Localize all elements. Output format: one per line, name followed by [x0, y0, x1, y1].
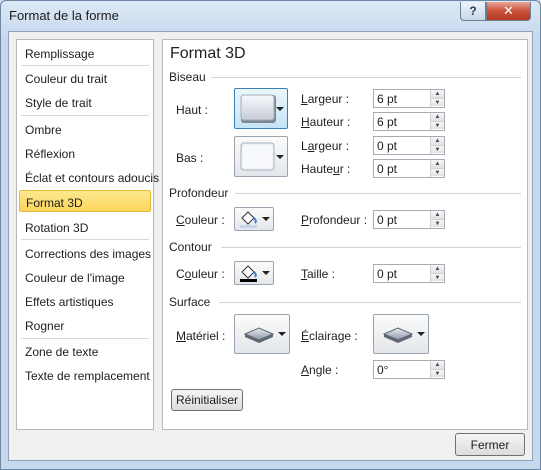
paint-bucket-icon — [240, 211, 257, 228]
nav-item-eclat[interactable]: Éclat et contours adoucis — [19, 166, 159, 188]
spin-up-icon[interactable]: ▲ — [431, 113, 444, 121]
taille-label: Taille : — [301, 267, 336, 281]
help-button[interactable]: ? — [460, 2, 486, 21]
nav-item-remplissage[interactable]: Remplissage — [19, 42, 151, 64]
haut-hauteur-label: Hauteur : — [301, 115, 351, 129]
spin-down-icon[interactable]: ▼ — [431, 168, 444, 176]
depth-color-dropdown[interactable] — [234, 207, 274, 231]
help-icon: ? — [469, 4, 477, 18]
bas-largeur-value: 0 pt — [377, 139, 398, 153]
nav-item-zone-de-texte[interactable]: Zone de texte — [19, 340, 151, 362]
lighting-icon — [382, 327, 414, 343]
bevel-top-icon — [240, 94, 276, 123]
nav-item-corrections-images[interactable]: Corrections des images — [19, 242, 151, 264]
haut-largeur-label: Largeur : — [301, 92, 350, 106]
bas-largeur-label: Largeur : — [301, 139, 350, 153]
spin-down-icon[interactable]: ▼ — [431, 121, 444, 129]
profondeur-label: Profondeur : — [301, 213, 368, 227]
chevron-down-icon — [262, 217, 270, 221]
title-bar[interactable]: Format de la forme ? ✕ — [1, 1, 540, 31]
profondeur-value: 0 pt — [377, 213, 398, 227]
section-divider — [235, 193, 521, 194]
section-biseau-heading: Biseau — [169, 70, 206, 84]
bevel-bottom-icon — [240, 142, 275, 171]
chevron-down-icon — [276, 106, 284, 111]
nav-item-effets-artistiques[interactable]: Effets artistiques — [19, 290, 151, 312]
chevron-down-icon — [417, 332, 425, 336]
bas-hauteur-value: 0 pt — [377, 162, 398, 176]
spin-up-icon[interactable]: ▲ — [431, 361, 444, 369]
bas-largeur-input[interactable]: 0 pt ▲ ▼ — [373, 136, 445, 155]
angle-value: 0° — [377, 363, 389, 377]
section-divider — [211, 77, 521, 78]
haut-largeur-value: 6 pt — [377, 92, 398, 106]
taille-input[interactable]: 0 pt ▲ ▼ — [373, 264, 445, 283]
section-profondeur-heading: Profondeur — [169, 186, 229, 200]
nav-item-style-de-trait[interactable]: Style de trait — [19, 91, 151, 113]
bevel-bottom-dropdown[interactable] — [234, 136, 288, 177]
nav-item-texte-remplacement[interactable]: Texte de remplacement — [19, 364, 151, 386]
nav-item-ombre[interactable]: Ombre — [19, 118, 151, 140]
haut-hauteur-input[interactable]: 6 pt ▲ ▼ — [373, 112, 445, 131]
haut-hauteur-value: 6 pt — [377, 115, 398, 129]
category-list: Remplissage Couleur du trait Style de tr… — [16, 39, 159, 430]
chevron-down-icon — [278, 332, 286, 336]
bas-label: Bas : — [176, 151, 204, 165]
contour-color-dropdown[interactable] — [234, 261, 274, 285]
lighting-dropdown[interactable] — [373, 314, 429, 354]
panel-title: Format 3D — [170, 45, 246, 62]
reset-button[interactable]: Réinitialiser — [171, 389, 243, 411]
section-surface-heading: Surface — [169, 295, 211, 309]
spin-down-icon[interactable]: ▼ — [431, 273, 444, 281]
angle-label: Angle : — [301, 363, 339, 377]
spin-down-icon[interactable]: ▼ — [431, 219, 444, 227]
nav-item-couleur-image[interactable]: Couleur de l'image — [19, 266, 151, 288]
nav-item-rotation-3d[interactable]: Rotation 3D — [19, 216, 151, 238]
window-title: Format de la forme — [9, 8, 119, 23]
profondeur-input[interactable]: 0 pt ▲ ▼ — [373, 210, 445, 229]
nav-divider — [21, 338, 149, 339]
nav-item-format-3d[interactable]: Format 3D — [19, 190, 151, 212]
section-divider — [221, 247, 521, 248]
eclairage-label: Éclairage : — [301, 329, 358, 343]
bas-hauteur-input[interactable]: 0 pt ▲ ▼ — [373, 159, 445, 178]
spin-up-icon[interactable]: ▲ — [431, 160, 444, 168]
angle-input[interactable]: 0° ▲ ▼ — [373, 360, 445, 379]
paint-bucket-icon — [240, 265, 257, 282]
spin-up-icon[interactable]: ▲ — [431, 265, 444, 273]
chevron-down-icon — [262, 271, 270, 275]
format-3d-panel: Format 3D Biseau Haut : Bas : Largeur: … — [162, 39, 528, 430]
nav-divider — [21, 65, 149, 66]
spin-down-icon[interactable]: ▼ — [431, 145, 444, 153]
material-icon — [243, 327, 275, 343]
bas-hauteur-label: Hauteur : — [301, 162, 351, 176]
spin-up-icon[interactable]: ▲ — [431, 90, 444, 98]
contour-couleur-label: Couleur : — [176, 267, 225, 281]
close-button[interactable]: Fermer — [455, 433, 525, 456]
profondeur-couleur-label: Couleur : — [176, 213, 225, 227]
bevel-top-dropdown[interactable] — [234, 88, 288, 129]
close-icon: ✕ — [503, 3, 514, 18]
nav-item-reflexion[interactable]: Réflexion — [19, 142, 151, 164]
spin-down-icon[interactable]: ▼ — [431, 98, 444, 106]
materiel-label: Matériel : — [176, 329, 226, 343]
nav-divider — [21, 239, 149, 240]
dialog-window: Format de la forme ? ✕ Remplissage Coule… — [0, 0, 541, 470]
haut-label: Haut : — [176, 103, 209, 117]
chevron-down-icon — [276, 154, 284, 159]
material-dropdown[interactable] — [234, 314, 290, 354]
taille-value: 0 pt — [377, 267, 398, 281]
section-contour-heading: Contour — [169, 240, 212, 254]
spin-up-icon[interactable]: ▲ — [431, 137, 444, 145]
haut-largeur-input[interactable]: 6 pt ▲ ▼ — [373, 89, 445, 108]
close-window-button[interactable]: ✕ — [486, 2, 531, 21]
nav-item-couleur-du-trait[interactable]: Couleur du trait — [19, 67, 151, 89]
spin-up-icon[interactable]: ▲ — [431, 211, 444, 219]
dialog-body: Remplissage Couleur du trait Style de tr… — [8, 31, 533, 461]
spin-down-icon[interactable]: ▼ — [431, 369, 444, 377]
section-divider — [219, 302, 521, 303]
nav-item-rogner[interactable]: Rogner — [19, 314, 151, 336]
nav-divider — [21, 115, 149, 116]
